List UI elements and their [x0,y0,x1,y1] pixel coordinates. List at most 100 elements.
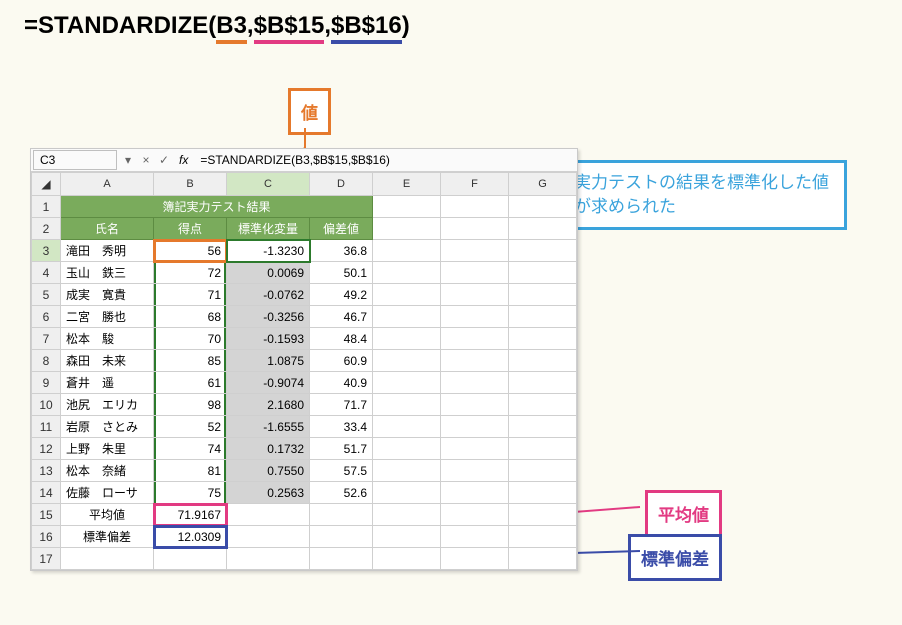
cell-std[interactable]: -1.6555 [227,416,310,438]
cell-name[interactable]: 蒼井 遥 [61,372,154,394]
header-dev[interactable]: 偏差値 [310,218,373,240]
cell-dev[interactable]: 60.9 [310,350,373,372]
cancel-icon[interactable]: × [137,153,155,167]
formula-arg1: B3 [216,14,247,44]
cell-score[interactable]: 85 [154,350,227,372]
row-header[interactable]: 1 [32,196,61,218]
header-score[interactable]: 得点 [154,218,227,240]
cell-std[interactable]: 0.0069 [227,262,310,284]
row-header[interactable]: 4 [32,262,61,284]
cell-score[interactable]: 68 [154,306,227,328]
cell-dev[interactable]: 49.2 [310,284,373,306]
standardize-formula: =STANDARDIZE(B3,$B$15,$B$16) [12,12,890,44]
row-header[interactable]: 16 [32,526,61,548]
formula-arg2: $B$15 [254,14,325,44]
cell-dev[interactable]: 46.7 [310,306,373,328]
cell-score[interactable]: 70 [154,328,227,350]
cell-name[interactable]: 池尻 エリカ [61,394,154,416]
cell-dev[interactable]: 36.8 [310,240,373,262]
enter-icon[interactable]: ✓ [155,153,173,167]
address-bar: C3 ▾ × ✓ fx =STANDARDIZE(B3,$B$15,$B$16) [31,149,577,172]
header-std[interactable]: 標準化変量 [227,218,310,240]
cell-std[interactable]: -0.1593 [227,328,310,350]
cell-std[interactable]: -1.3230 [227,240,310,262]
row-header[interactable]: 7 [32,328,61,350]
cell-score[interactable]: 72 [154,262,227,284]
cell-dev[interactable]: 33.4 [310,416,373,438]
formula-suffix: ) [402,12,410,39]
mean-label[interactable]: 平均値 [61,504,154,526]
row-header[interactable]: 12 [32,438,61,460]
sd-label[interactable]: 標準偏差 [61,526,154,548]
cell-dev[interactable]: 48.4 [310,328,373,350]
name-box[interactable]: C3 [33,150,117,170]
cell-dev[interactable]: 51.7 [310,438,373,460]
col-header-d[interactable]: D [310,173,373,196]
cell-std[interactable]: -0.3256 [227,306,310,328]
row-header[interactable]: 9 [32,372,61,394]
cell-std[interactable]: -0.9074 [227,372,310,394]
cell-score[interactable]: 56 [154,240,227,262]
name-box-dropdown-icon[interactable]: ▾ [119,153,137,167]
cell-name[interactable]: 佐藤 ローサ [61,482,154,504]
cell-dev[interactable]: 57.5 [310,460,373,482]
cell-dev[interactable]: 52.6 [310,482,373,504]
callout-value: 値 [288,88,331,135]
cell-name[interactable]: 岩原 さとみ [61,416,154,438]
row-header[interactable]: 13 [32,460,61,482]
row-header[interactable]: 8 [32,350,61,372]
header-name[interactable]: 氏名 [61,218,154,240]
grid[interactable]: ◢ A B C D E F G 1 簿記実力テスト結果 2 氏名 得点 標準化変… [31,172,577,570]
formula-arg3: $B$16 [331,14,402,44]
cell-name[interactable]: 玉山 鉄三 [61,262,154,284]
sd-value[interactable]: 12.0309 [154,526,227,548]
fx-icon[interactable]: fx [173,153,194,167]
cell-score[interactable]: 81 [154,460,227,482]
col-header-a[interactable]: A [61,173,154,196]
select-all-corner[interactable]: ◢ [32,173,61,196]
callout-mean: 平均値 [645,490,722,537]
cell-name[interactable]: 松本 奈緒 [61,460,154,482]
cell-score[interactable]: 75 [154,482,227,504]
row-header[interactable]: 5 [32,284,61,306]
cell-score[interactable]: 61 [154,372,227,394]
row-header[interactable]: 11 [32,416,61,438]
cell-std[interactable]: 0.1732 [227,438,310,460]
callout-result: 実力テストの結果を標準化した値が求められた [561,160,847,230]
cell-score[interactable]: 52 [154,416,227,438]
cell-name[interactable]: 松本 駿 [61,328,154,350]
row-header[interactable]: 15 [32,504,61,526]
cell-dev[interactable]: 50.1 [310,262,373,284]
cell-score[interactable]: 71 [154,284,227,306]
row-header[interactable]: 2 [32,218,61,240]
row-header[interactable]: 17 [32,548,61,570]
cell-std[interactable]: 0.7550 [227,460,310,482]
cell-std[interactable]: 0.2563 [227,482,310,504]
cell-name[interactable]: 上野 朱里 [61,438,154,460]
col-header-b[interactable]: B [154,173,227,196]
cell-dev[interactable]: 40.9 [310,372,373,394]
cell-std[interactable]: -0.0762 [227,284,310,306]
row-header[interactable]: 6 [32,306,61,328]
cell-name[interactable]: 森田 未来 [61,350,154,372]
formula-sep1: , [247,12,254,39]
row-header[interactable]: 14 [32,482,61,504]
col-header-c[interactable]: C [227,173,310,196]
col-header-g[interactable]: G [509,173,577,196]
mean-value[interactable]: 71.9167 [154,504,227,526]
formula-bar[interactable]: =STANDARDIZE(B3,$B$15,$B$16) [194,151,577,169]
cell-score[interactable]: 74 [154,438,227,460]
title-cell[interactable]: 簿記実力テスト結果 [61,196,373,218]
col-header-e[interactable]: E [373,173,441,196]
row-header[interactable]: 10 [32,394,61,416]
cell-std[interactable]: 1.0875 [227,350,310,372]
cell-name[interactable]: 滝田 秀明 [61,240,154,262]
cell-dev[interactable]: 71.7 [310,394,373,416]
cell-std[interactable]: 2.1680 [227,394,310,416]
col-header-f[interactable]: F [441,173,509,196]
cell-score[interactable]: 98 [154,394,227,416]
row-header[interactable]: 3 [32,240,61,262]
cell-name[interactable]: 成実 寛貴 [61,284,154,306]
cell-name[interactable]: 二宮 勝也 [61,306,154,328]
formula-sep2: , [324,12,331,39]
